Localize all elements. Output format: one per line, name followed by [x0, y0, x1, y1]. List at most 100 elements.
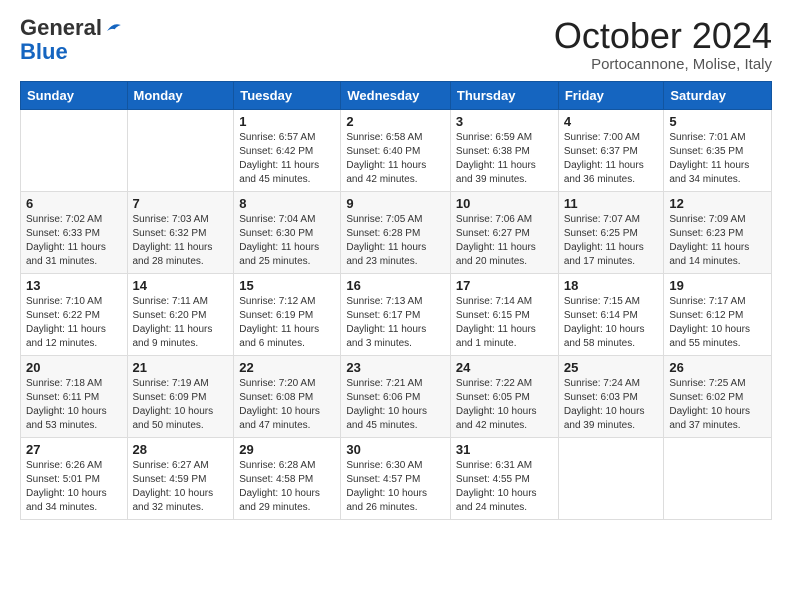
- day-number: 25: [564, 360, 659, 375]
- calendar-cell: 18 Sunrise: 7:15 AMSunset: 6:14 PMDaylig…: [558, 273, 664, 355]
- day-number: 24: [456, 360, 553, 375]
- day-info: Sunrise: 6:31 AMSunset: 4:55 PMDaylight:…: [456, 459, 553, 515]
- day-number: 22: [239, 360, 335, 375]
- calendar-cell: 5 Sunrise: 7:01 AMSunset: 6:35 PMDayligh…: [664, 109, 772, 191]
- day-info: Sunrise: 7:10 AMSunset: 6:22 PMDaylight:…: [26, 295, 122, 351]
- day-info: Sunrise: 7:01 AMSunset: 6:35 PMDaylight:…: [669, 131, 766, 187]
- day-number: 28: [133, 442, 229, 457]
- calendar-cell: 9 Sunrise: 7:05 AMSunset: 6:28 PMDayligh…: [341, 191, 451, 273]
- day-number: 19: [669, 278, 766, 293]
- day-info: Sunrise: 7:24 AMSunset: 6:03 PMDaylight:…: [564, 377, 659, 433]
- day-number: 3: [456, 114, 553, 129]
- calendar-table: SundayMondayTuesdayWednesdayThursdayFrid…: [20, 81, 772, 520]
- calendar-cell: 28 Sunrise: 6:27 AMSunset: 4:59 PMDaylig…: [127, 437, 234, 519]
- calendar-cell: 27 Sunrise: 6:26 AMSunset: 5:01 PMDaylig…: [21, 437, 128, 519]
- calendar-cell: 10 Sunrise: 7:06 AMSunset: 6:27 PMDaylig…: [450, 191, 558, 273]
- day-number: 7: [133, 196, 229, 211]
- calendar-cell: 3 Sunrise: 6:59 AMSunset: 6:38 PMDayligh…: [450, 109, 558, 191]
- weekday-header: Saturday: [664, 81, 772, 109]
- day-info: Sunrise: 7:03 AMSunset: 6:32 PMDaylight:…: [133, 213, 229, 269]
- day-info: Sunrise: 7:05 AMSunset: 6:28 PMDaylight:…: [346, 213, 445, 269]
- logo: General Blue: [20, 16, 122, 64]
- logo-blue-text: Blue: [20, 39, 68, 64]
- calendar-cell: [127, 109, 234, 191]
- calendar-cell: 14 Sunrise: 7:11 AMSunset: 6:20 PMDaylig…: [127, 273, 234, 355]
- calendar-cell: 11 Sunrise: 7:07 AMSunset: 6:25 PMDaylig…: [558, 191, 664, 273]
- calendar-cell: 26 Sunrise: 7:25 AMSunset: 6:02 PMDaylig…: [664, 355, 772, 437]
- day-info: Sunrise: 6:58 AMSunset: 6:40 PMDaylight:…: [346, 131, 445, 187]
- day-number: 20: [26, 360, 122, 375]
- weekday-header: Wednesday: [341, 81, 451, 109]
- day-number: 12: [669, 196, 766, 211]
- day-info: Sunrise: 7:12 AMSunset: 6:19 PMDaylight:…: [239, 295, 335, 351]
- calendar-cell: 21 Sunrise: 7:19 AMSunset: 6:09 PMDaylig…: [127, 355, 234, 437]
- day-number: 17: [456, 278, 553, 293]
- calendar-header-row: SundayMondayTuesdayWednesdayThursdayFrid…: [21, 81, 772, 109]
- title-block: October 2024 Portocannone, Molise, Italy: [554, 16, 772, 73]
- weekday-header: Monday: [127, 81, 234, 109]
- weekday-header: Tuesday: [234, 81, 341, 109]
- logo-bird-icon: [104, 19, 122, 37]
- weekday-header: Friday: [558, 81, 664, 109]
- day-number: 16: [346, 278, 445, 293]
- calendar-week-row: 1 Sunrise: 6:57 AMSunset: 6:42 PMDayligh…: [21, 109, 772, 191]
- day-info: Sunrise: 7:11 AMSunset: 6:20 PMDaylight:…: [133, 295, 229, 351]
- day-info: Sunrise: 7:17 AMSunset: 6:12 PMDaylight:…: [669, 295, 766, 351]
- day-number: 5: [669, 114, 766, 129]
- day-number: 29: [239, 442, 335, 457]
- calendar-cell: 2 Sunrise: 6:58 AMSunset: 6:40 PMDayligh…: [341, 109, 451, 191]
- calendar-page: General Blue October 2024 Portocannone, …: [0, 0, 792, 612]
- weekday-header: Sunday: [21, 81, 128, 109]
- day-info: Sunrise: 7:22 AMSunset: 6:05 PMDaylight:…: [456, 377, 553, 433]
- day-number: 27: [26, 442, 122, 457]
- location: Portocannone, Molise, Italy: [554, 56, 772, 73]
- day-number: 2: [346, 114, 445, 129]
- calendar-cell: 25 Sunrise: 7:24 AMSunset: 6:03 PMDaylig…: [558, 355, 664, 437]
- day-number: 11: [564, 196, 659, 211]
- day-info: Sunrise: 7:02 AMSunset: 6:33 PMDaylight:…: [26, 213, 122, 269]
- day-info: Sunrise: 6:57 AMSunset: 6:42 PMDaylight:…: [239, 131, 335, 187]
- header: General Blue October 2024 Portocannone, …: [20, 16, 772, 73]
- day-info: Sunrise: 7:25 AMSunset: 6:02 PMDaylight:…: [669, 377, 766, 433]
- day-info: Sunrise: 6:28 AMSunset: 4:58 PMDaylight:…: [239, 459, 335, 515]
- calendar-cell: 6 Sunrise: 7:02 AMSunset: 6:33 PMDayligh…: [21, 191, 128, 273]
- day-info: Sunrise: 7:18 AMSunset: 6:11 PMDaylight:…: [26, 377, 122, 433]
- day-number: 10: [456, 196, 553, 211]
- calendar-week-row: 6 Sunrise: 7:02 AMSunset: 6:33 PMDayligh…: [21, 191, 772, 273]
- day-info: Sunrise: 7:09 AMSunset: 6:23 PMDaylight:…: [669, 213, 766, 269]
- calendar-cell: 7 Sunrise: 7:03 AMSunset: 6:32 PMDayligh…: [127, 191, 234, 273]
- day-number: 31: [456, 442, 553, 457]
- day-info: Sunrise: 7:14 AMSunset: 6:15 PMDaylight:…: [456, 295, 553, 351]
- day-number: 1: [239, 114, 335, 129]
- day-info: Sunrise: 7:13 AMSunset: 6:17 PMDaylight:…: [346, 295, 445, 351]
- day-info: Sunrise: 7:21 AMSunset: 6:06 PMDaylight:…: [346, 377, 445, 433]
- calendar-cell: 8 Sunrise: 7:04 AMSunset: 6:30 PMDayligh…: [234, 191, 341, 273]
- calendar-cell: 1 Sunrise: 6:57 AMSunset: 6:42 PMDayligh…: [234, 109, 341, 191]
- calendar-cell: 31 Sunrise: 6:31 AMSunset: 4:55 PMDaylig…: [450, 437, 558, 519]
- day-number: 8: [239, 196, 335, 211]
- day-number: 15: [239, 278, 335, 293]
- day-number: 30: [346, 442, 445, 457]
- day-info: Sunrise: 7:00 AMSunset: 6:37 PMDaylight:…: [564, 131, 659, 187]
- day-info: Sunrise: 6:27 AMSunset: 4:59 PMDaylight:…: [133, 459, 229, 515]
- day-number: 18: [564, 278, 659, 293]
- day-info: Sunrise: 7:07 AMSunset: 6:25 PMDaylight:…: [564, 213, 659, 269]
- day-number: 13: [26, 278, 122, 293]
- calendar-cell: 23 Sunrise: 7:21 AMSunset: 6:06 PMDaylig…: [341, 355, 451, 437]
- day-number: 6: [26, 196, 122, 211]
- day-info: Sunrise: 6:26 AMSunset: 5:01 PMDaylight:…: [26, 459, 122, 515]
- calendar-cell: 22 Sunrise: 7:20 AMSunset: 6:08 PMDaylig…: [234, 355, 341, 437]
- day-info: Sunrise: 7:19 AMSunset: 6:09 PMDaylight:…: [133, 377, 229, 433]
- calendar-week-row: 27 Sunrise: 6:26 AMSunset: 5:01 PMDaylig…: [21, 437, 772, 519]
- calendar-cell: 13 Sunrise: 7:10 AMSunset: 6:22 PMDaylig…: [21, 273, 128, 355]
- calendar-week-row: 13 Sunrise: 7:10 AMSunset: 6:22 PMDaylig…: [21, 273, 772, 355]
- calendar-cell: 30 Sunrise: 6:30 AMSunset: 4:57 PMDaylig…: [341, 437, 451, 519]
- calendar-cell: [664, 437, 772, 519]
- day-number: 14: [133, 278, 229, 293]
- day-info: Sunrise: 7:15 AMSunset: 6:14 PMDaylight:…: [564, 295, 659, 351]
- day-info: Sunrise: 7:06 AMSunset: 6:27 PMDaylight:…: [456, 213, 553, 269]
- day-number: 23: [346, 360, 445, 375]
- calendar-cell: 20 Sunrise: 7:18 AMSunset: 6:11 PMDaylig…: [21, 355, 128, 437]
- calendar-cell: 12 Sunrise: 7:09 AMSunset: 6:23 PMDaylig…: [664, 191, 772, 273]
- calendar-cell: 4 Sunrise: 7:00 AMSunset: 6:37 PMDayligh…: [558, 109, 664, 191]
